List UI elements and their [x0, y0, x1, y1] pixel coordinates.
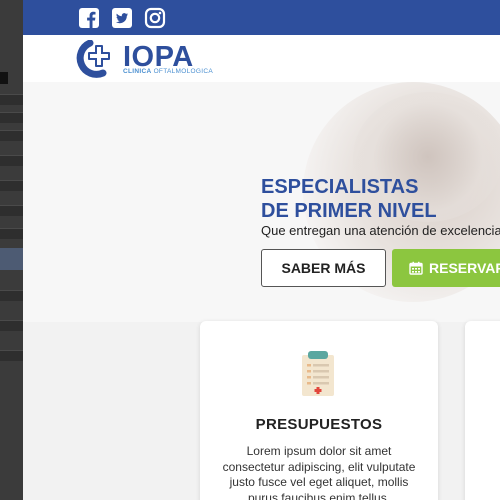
- calendar-icon: [409, 261, 423, 275]
- panel-row[interactable]: [0, 350, 23, 361]
- service-card-2[interactable]: E: [465, 321, 500, 500]
- twitter-icon[interactable]: [111, 7, 133, 29]
- brand-sub-rest: OFTALMOLOGICA: [151, 68, 213, 75]
- panel-row[interactable]: [0, 94, 23, 105]
- facebook-icon[interactable]: [78, 7, 100, 29]
- panel-selected-row[interactable]: [0, 248, 23, 270]
- panel-row[interactable]: [0, 205, 23, 216]
- panel-row[interactable]: [0, 155, 23, 166]
- brand-subtitle: CLINICA OFTALMOLOGICA: [123, 68, 213, 75]
- hero-title-line2: DE PRIMER NIVEL: [261, 200, 437, 222]
- reservar-label: RESERVAR: [429, 260, 500, 276]
- website-page: IOPA CLINICA OFTALMOLOGICA ESPECIALISTAS…: [23, 0, 500, 500]
- instagram-icon[interactable]: [144, 7, 166, 29]
- hero-title-line1: ESPECIALISTAS: [261, 176, 419, 198]
- brand-sub-bold: CLINICA: [123, 68, 152, 75]
- hero-title: ESPECIALISTAS DE PRIMER NIVEL: [261, 175, 437, 223]
- clipboard-icon: [302, 351, 334, 396]
- saber-mas-button[interactable]: SABER MÁS: [261, 249, 386, 287]
- editor-side-panel: [0, 0, 24, 500]
- panel-row[interactable]: [0, 320, 23, 331]
- card-title: PRESUPUESTOS: [255, 416, 383, 433]
- panel-row[interactable]: [0, 180, 23, 191]
- panel-row[interactable]: [0, 228, 23, 239]
- card-text: Lorem ipsum dolor sit amet consectetur a…: [222, 444, 416, 500]
- service-card-presupuestos[interactable]: PRESUPUESTOS Lorem ipsum dolor sit amet …: [200, 321, 438, 500]
- top-bar: [23, 0, 500, 35]
- panel-row[interactable]: [0, 130, 23, 141]
- hero-subtitle: Que entregan una atención de excelencia: [261, 223, 500, 238]
- panel-swatch: [0, 72, 8, 84]
- panel-row[interactable]: [0, 290, 23, 301]
- reservar-button[interactable]: RESERVAR: [392, 249, 500, 287]
- logo-mark[interactable]: [71, 40, 117, 78]
- panel-row[interactable]: [0, 112, 23, 123]
